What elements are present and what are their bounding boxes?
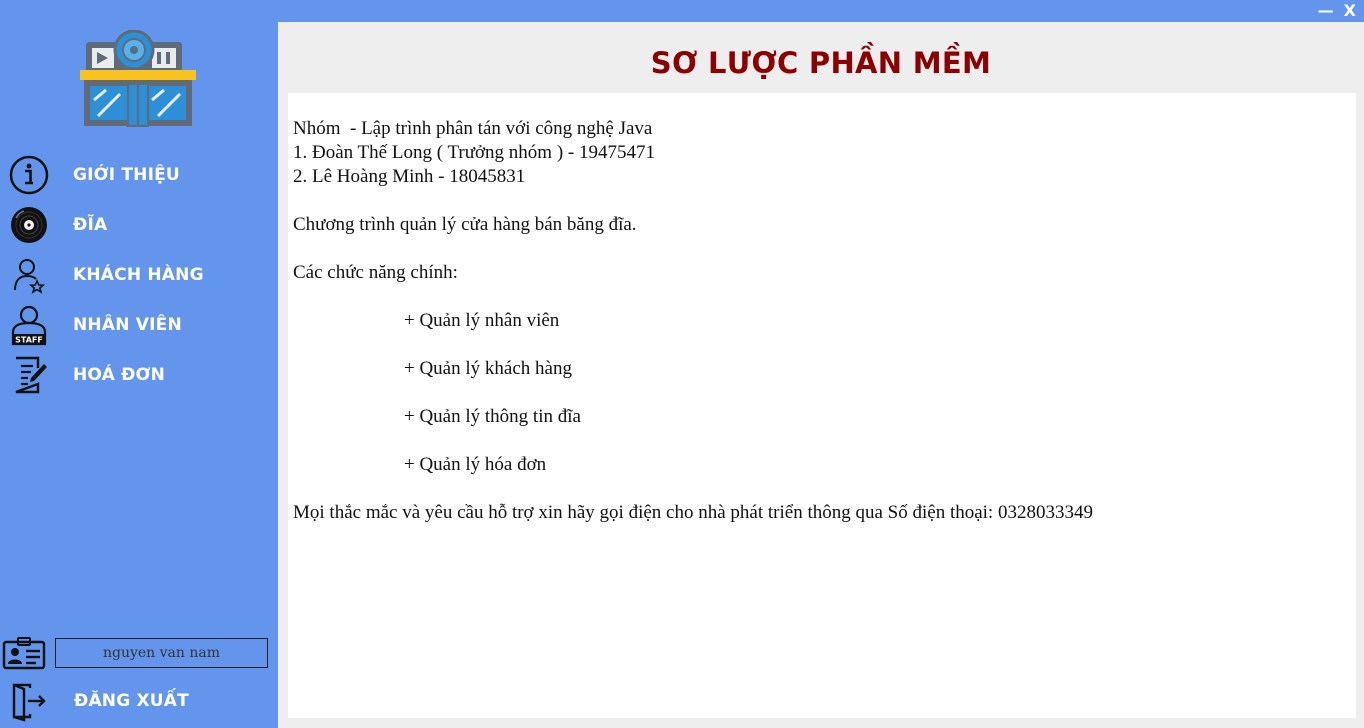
- content-line: [293, 477, 1351, 501]
- content-line: [293, 189, 1351, 213]
- sidebar-item-dia[interactable]: ĐĨA: [0, 202, 278, 248]
- sidebar-item-label: GIỚI THIỆU: [73, 165, 180, 185]
- content-line: [293, 237, 1351, 261]
- staff-icon: STAFF: [8, 304, 50, 346]
- feature-item: + Quản lý khách hàng: [404, 358, 572, 379]
- content-line: 1. Đoàn Thế Long ( Trưởng nhóm ) - 19475…: [293, 142, 655, 163]
- content-line: Nhóm - Lập trình phân tán với công nghệ …: [293, 118, 653, 139]
- content-line: Các chức năng chính:: [293, 262, 458, 283]
- logout-button[interactable]: ĐĂNG XUẤT: [0, 678, 278, 724]
- disc-icon: [8, 204, 50, 246]
- content-area: Nhóm - Lập trình phân tán với công nghệ …: [288, 93, 1356, 718]
- content-line: [293, 429, 1351, 453]
- main-panel: SƠ LƯỢC PHẦN MỀM Nhóm - Lập trình phân t…: [278, 22, 1364, 728]
- sidebar-item-gioi-thieu[interactable]: GIỚI THIỆU: [0, 152, 278, 198]
- sidebar-item-nhan-vien[interactable]: STAFF NHÂN VIÊN: [0, 302, 278, 348]
- info-icon: [8, 154, 50, 196]
- feature-item: + Quản lý thông tin đĩa: [404, 406, 581, 427]
- feature-item: + Quản lý nhân viên: [404, 310, 560, 331]
- feature-item: + Quản lý hóa đơn: [404, 454, 547, 475]
- invoice-icon: [8, 354, 50, 396]
- id-card-icon: [2, 636, 46, 670]
- username-field[interactable]: [55, 638, 268, 668]
- sidebar: GIỚI THIỆU ĐĨA KHÁCH HÀNG STAFF NHÂN VIÊ…: [0, 0, 278, 728]
- content-line: Mọi thắc mắc và yêu cầu hỗ trợ xin hãy g…: [293, 502, 1093, 523]
- sidebar-item-label: HOÁ ĐƠN: [73, 365, 166, 385]
- sidebar-item-label: ĐĨA: [73, 215, 108, 235]
- sidebar-item-khach-hang[interactable]: KHÁCH HÀNG: [0, 252, 278, 298]
- content-line: [293, 333, 1351, 357]
- content-line: Chương trình quản lý cửa hàng bán băng đ…: [293, 214, 637, 235]
- customer-icon: [8, 254, 50, 296]
- logout-icon: [8, 680, 50, 722]
- logout-label: ĐĂNG XUẤT: [74, 691, 189, 711]
- sidebar-item-label: KHÁCH HÀNG: [73, 265, 204, 285]
- content-line: 2. Lê Hoàng Minh - 18045831: [293, 166, 526, 187]
- close-button[interactable]: X: [1344, 0, 1356, 22]
- content-line: [293, 285, 1351, 309]
- svg-text:STAFF: STAFF: [15, 336, 43, 345]
- sidebar-item-label: NHÂN VIÊN: [73, 315, 182, 335]
- content-line: [293, 381, 1351, 405]
- window-controls: — X: [1318, 0, 1364, 22]
- sidebar-item-hoa-don[interactable]: HOÁ ĐƠN: [0, 352, 278, 398]
- store-logo-icon: [80, 29, 196, 130]
- page-title: SƠ LƯỢC PHẦN MỀM: [650, 46, 992, 80]
- minimize-button[interactable]: —: [1318, 0, 1334, 22]
